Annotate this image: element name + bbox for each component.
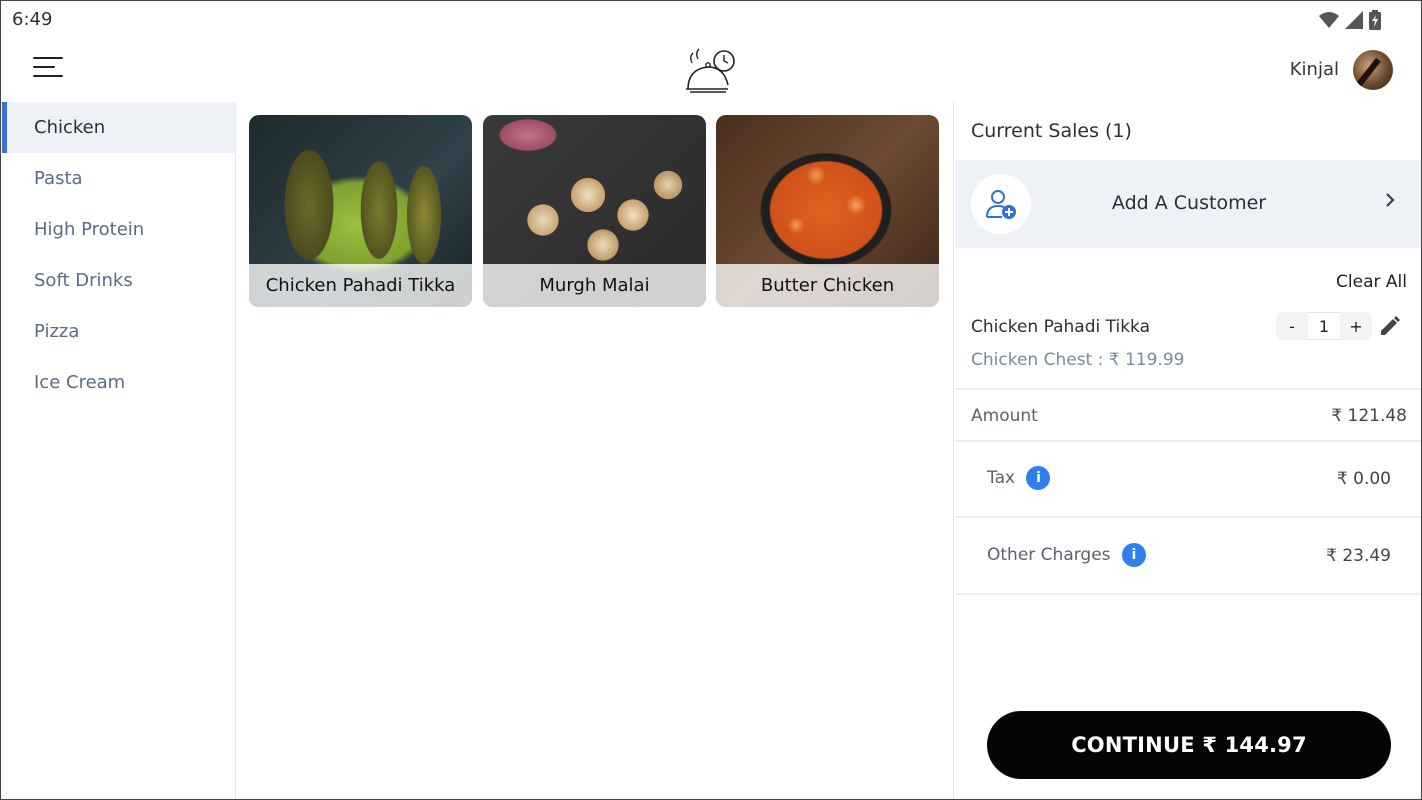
status-icons	[1319, 10, 1381, 30]
chevron-right-icon	[1386, 193, 1395, 207]
product-card-murgh-malai[interactable]: Murgh Malai	[483, 115, 706, 307]
tax-label: Tax	[987, 468, 1016, 488]
other-charges-info-icon[interactable]: i	[1121, 543, 1146, 567]
add-customer-button[interactable]: Add A Customer	[955, 160, 1421, 248]
user-name[interactable]: Kinjal	[1290, 59, 1339, 80]
product-grid: Chicken Pahadi Tikka Murgh Malai Butter …	[237, 102, 953, 799]
add-customer-label: Add A Customer	[1111, 192, 1267, 214]
amount-value: ₹ 121.48	[1331, 406, 1407, 426]
quantity-value[interactable]: 1	[1308, 312, 1340, 340]
divider	[955, 593, 1421, 595]
product-card-butter-chicken[interactable]: Butter Chicken	[716, 115, 939, 307]
continue-button[interactable]: CONTINUE ₹ 144.97	[987, 711, 1391, 779]
category-item-pizza[interactable]: Pizza	[2, 306, 235, 357]
signal-icon	[1345, 11, 1363, 29]
category-item-high-protein[interactable]: High Protein	[2, 204, 235, 255]
food-cloche-clock-logo	[686, 48, 735, 93]
wifi-icon	[1319, 12, 1339, 28]
avatar[interactable]	[1353, 50, 1393, 90]
current-sales-panel: Current Sales (1) Add A Customer Clear A…	[953, 102, 1421, 799]
divider	[955, 516, 1421, 518]
tax-value: ₹ 0.00	[1336, 469, 1391, 489]
category-sidebar: Chicken Pasta High Protein Soft Drinks P…	[2, 102, 236, 799]
divider	[955, 388, 1421, 390]
category-item-soft-drinks[interactable]: Soft Drinks	[2, 255, 235, 306]
divider	[955, 440, 1421, 442]
edit-pencil-icon[interactable]	[1378, 314, 1402, 338]
app-header: Kinjal	[1, 37, 1421, 101]
other-charges-row: Other Charges i	[987, 543, 1146, 567]
category-item-pasta[interactable]: Pasta	[2, 153, 235, 204]
status-bar: 6:49	[1, 1, 1421, 37]
quantity-stepper: - 1 +	[1276, 312, 1372, 340]
category-item-chicken[interactable]: Chicken	[2, 102, 235, 153]
other-charges-label: Other Charges	[987, 545, 1111, 565]
line-item-name: Chicken Pahadi Tikka	[971, 317, 1150, 337]
increase-qty-button[interactable]: +	[1340, 312, 1372, 340]
product-name: Chicken Pahadi Tikka	[249, 264, 472, 307]
category-item-ice-cream[interactable]: Ice Cream	[2, 357, 235, 408]
sales-title: Current Sales (1)	[971, 120, 1132, 142]
product-name: Murgh Malai	[483, 264, 706, 307]
line-item-variant: Chicken Chest : ₹ 119.99	[971, 350, 1185, 370]
decrease-qty-button[interactable]: -	[1276, 312, 1308, 340]
app-frame: 6:49 Kinjal Chicken Pasta High Protein S…	[0, 0, 1422, 800]
hamburger-menu-icon[interactable]	[33, 57, 65, 83]
tax-info-icon[interactable]: i	[1026, 466, 1051, 490]
product-name: Butter Chicken	[716, 264, 939, 307]
clear-all-button[interactable]: Clear All	[1336, 272, 1407, 292]
product-card-chicken-pahadi-tikka[interactable]: Chicken Pahadi Tikka	[249, 115, 472, 307]
battery-icon	[1369, 10, 1381, 30]
other-charges-value: ₹ 23.49	[1326, 546, 1391, 566]
amount-label: Amount	[971, 406, 1038, 426]
status-time: 6:49	[12, 9, 53, 30]
tax-row: Tax i	[987, 466, 1051, 490]
